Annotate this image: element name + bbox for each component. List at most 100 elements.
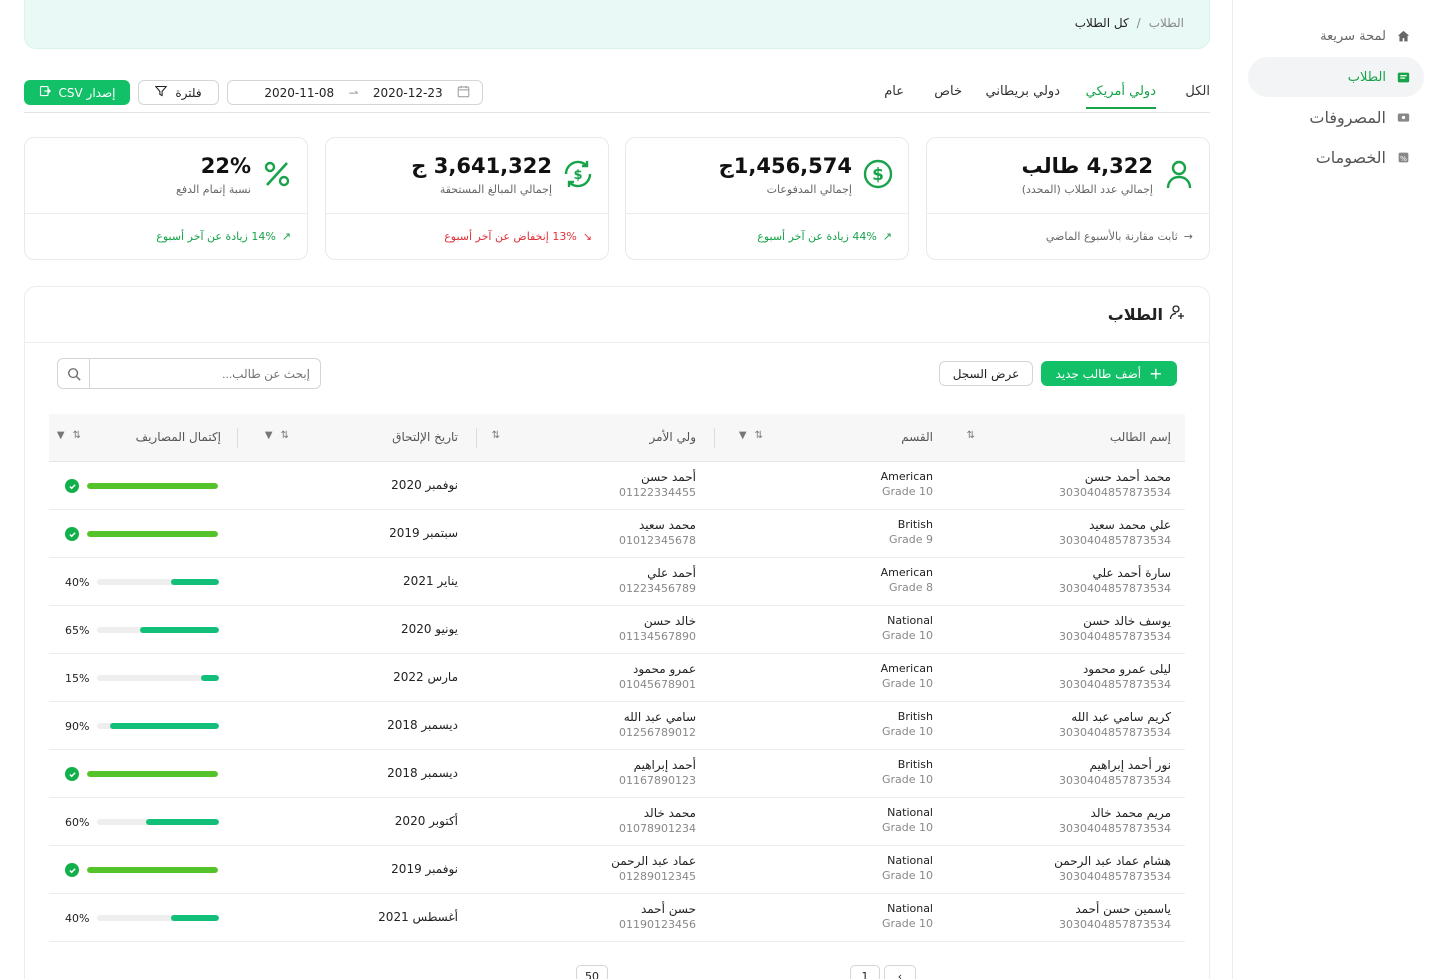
tab-public[interactable]: عام [884, 84, 904, 107]
table-row[interactable]: ليلى عمرو محمود 3030404857873534 American G… [49, 654, 1185, 702]
student-name[interactable]: علي محمد سعيد [1059, 518, 1171, 532]
table-row[interactable]: كريم سامي عبد الله 3030404857873534 Britis… [49, 702, 1185, 750]
sort-filter-tools[interactable]: ⇅ ▼ [265, 430, 289, 441]
page-size-select[interactable]: 50 [576, 965, 608, 979]
sort-filter-tools[interactable]: ⇅ ▼ [739, 430, 763, 441]
student-name[interactable]: مريم محمد خالد [1059, 806, 1171, 820]
tab-private[interactable]: خاص [934, 84, 962, 107]
stat-trend: → ثابت مقارنة بالأسبوع الماضي [1046, 230, 1193, 243]
student-id: 3030404857873534 [1059, 918, 1171, 931]
enroll-date: أغسطس 2021 [378, 910, 458, 924]
student-cell: مريم محمد خالد 3030404857873534 [1059, 806, 1171, 835]
sort-icon[interactable]: ⇅ [755, 430, 763, 441]
fees-progress: 40% [65, 574, 225, 590]
student-name[interactable]: يوسف خالد حسن [1059, 614, 1171, 628]
tab-american[interactable]: دولي أمريكي [1085, 84, 1156, 109]
table-row[interactable]: مريم محمد خالد 3030404857873534 National Gr… [49, 798, 1185, 846]
add-student-button[interactable]: + أضف طالب جديد [1041, 361, 1177, 386]
date-to[interactable]: 2020-11-08 [264, 86, 334, 100]
student-id: 3030404857873534 [1059, 630, 1171, 643]
table-row[interactable]: هشام عماد عبد الرحمن 3030404857873534 Nati… [49, 846, 1185, 894]
progress-percent: 40% [65, 575, 90, 589]
department-name: National [887, 854, 933, 867]
department-cell: British Grade 9 [889, 518, 933, 546]
student-name[interactable]: هشام عماد عبد الرحمن [1054, 854, 1171, 868]
student-name[interactable]: محمد أحمد حسن [1059, 470, 1171, 484]
prev-page-button[interactable]: › [884, 965, 916, 979]
breadcrumb-separator: / [1136, 16, 1141, 30]
student-cell: علي محمد سعيد 3030404857873534 [1059, 518, 1171, 547]
table-row[interactable]: نور أحمد إبراهيم 3030404857873534 British G… [49, 750, 1185, 798]
sort-icon[interactable]: ⇅ [967, 430, 975, 441]
fees-progress: 40% [65, 910, 225, 926]
stat-label: إجمالي عدد الطلاب (المحدد) [1021, 183, 1153, 196]
search-icon[interactable] [58, 359, 90, 388]
sidebar-item-label: لمحة سريعة [1320, 28, 1386, 44]
department-cell: National Grade 10 [882, 806, 933, 834]
student-name[interactable]: كريم سامي عبد الله [1059, 710, 1171, 724]
progress-fill [170, 579, 220, 585]
filter-button[interactable]: فلترة [138, 80, 219, 105]
guardian-phone: 01223456789 [619, 582, 696, 595]
guardian-name: عمرو محمود [633, 662, 696, 676]
table-row[interactable]: علي محمد سعيد 3030404857873534 British Grad… [49, 510, 1185, 558]
sort-filter-tools[interactable]: ⇅ ▼ [57, 430, 81, 441]
stat-label: إجمالي المبالغ المستحقة [439, 183, 552, 196]
progress-bar [87, 771, 218, 777]
guardian-phone: 01289012345 [619, 870, 696, 883]
progress-percent: 60% [65, 815, 90, 829]
check-circle-icon [65, 479, 79, 493]
sidebar-item-students[interactable]: الطلاب [1248, 57, 1424, 97]
breadcrumb-current: كل الطلاب [1074, 16, 1129, 30]
table-row[interactable]: محمد أحمد حسن 3030404857873534 American Gra… [49, 462, 1185, 510]
sort-icon[interactable]: ⇅ [492, 430, 500, 441]
filter-icon[interactable]: ▼ [265, 430, 273, 441]
progress-bar [97, 915, 220, 921]
stat-trend-text: 13% إنخفاض عن آخر أسبوع [444, 230, 577, 243]
chevron-right-icon: › [897, 969, 903, 979]
guardian-phone: 01190123456 [619, 918, 696, 931]
export-csv-button[interactable]: إصدار CSV [24, 80, 130, 105]
grade: Grade 10 [881, 485, 933, 498]
progress-bar [97, 819, 220, 825]
department-name: British [897, 710, 933, 723]
page-size-value: 50 [585, 969, 599, 979]
sort-icon[interactable]: ⇅ [73, 430, 81, 441]
header-department: القسم [901, 430, 933, 444]
progress-bar [87, 483, 218, 489]
tab-british[interactable]: دولي بريطاني [986, 84, 1060, 107]
sort-icon[interactable]: ⇅ [281, 430, 289, 441]
grade: Grade 10 [881, 821, 933, 834]
student-name[interactable]: ليلى عمرو محمود [1059, 662, 1171, 676]
panel-header: الطلاب [25, 287, 1209, 343]
filter-icon[interactable]: ▼ [57, 430, 65, 441]
date-from[interactable]: 2020-12-23 [373, 86, 443, 100]
student-name[interactable]: سارة أحمد علي [1059, 566, 1171, 580]
guardian-name: سامي عبد الله [623, 710, 696, 724]
date-range-picker[interactable]: 2020-12-23 ⇀ 2020-11-08 [227, 80, 483, 105]
student-id: 3030404857873534 [1059, 534, 1171, 547]
breadcrumb-parent[interactable]: الطلاب [1149, 16, 1184, 30]
trend-up-icon: ↗ [281, 230, 291, 243]
students-panel: الطلاب + أضف طالب جديد عرض السجل إسم الط… [24, 286, 1210, 979]
filter-icon[interactable]: ▼ [739, 430, 747, 441]
view-log-button[interactable]: عرض السجل [939, 361, 1033, 386]
sidebar-item-discounts[interactable]: % الخصومات [1248, 137, 1424, 177]
tab-all[interactable]: الكل [1185, 84, 1210, 107]
sidebar-item-overview[interactable]: لمحة سريعة [1248, 16, 1424, 56]
check-circle-icon [65, 767, 79, 781]
progress-percent: 40% [65, 911, 90, 925]
table-row[interactable]: سارة أحمد علي 3030404857873534 American Gra… [49, 558, 1185, 606]
student-name[interactable]: نور أحمد إبراهيم [1059, 758, 1171, 772]
sidebar-item-fees[interactable]: المصروفات [1248, 97, 1424, 137]
page-1-button[interactable]: 1 [850, 965, 880, 979]
stat-label: إجمالي المدفوعات [766, 183, 852, 196]
grade: Grade 10 [881, 629, 933, 642]
student-name[interactable]: ياسمين حسن أحمد [1059, 902, 1171, 916]
export-icon [39, 85, 51, 100]
table-row[interactable]: ياسمين حسن أحمد 3030404857873534 National G… [49, 894, 1185, 942]
search-input[interactable] [90, 359, 320, 388]
grade: Grade 10 [881, 725, 933, 738]
table-row[interactable]: يوسف خالد حسن 3030404857873534 National Gra… [49, 606, 1185, 654]
progress-bar [87, 867, 218, 873]
